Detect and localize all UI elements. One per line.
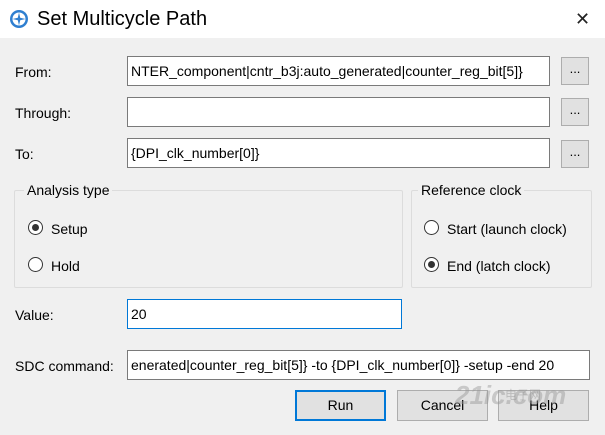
from-field[interactable]: NTER_component|cntr_b3j:auto_generated|c…: [127, 56, 550, 86]
setup-label[interactable]: Setup: [51, 221, 88, 237]
value-field[interactable]: 20: [127, 299, 402, 329]
through-field[interactable]: [127, 97, 550, 127]
title-bar: Set Multicycle Path ✕: [0, 0, 605, 38]
through-browse-button[interactable]: ...: [561, 98, 589, 126]
analysis-type-title: Analysis type: [24, 182, 113, 198]
window-title: Set Multicycle Path: [37, 8, 208, 30]
reference-clock-title: Reference clock: [418, 182, 525, 198]
value-value: 20: [131, 306, 147, 322]
value-label: Value:: [15, 307, 54, 323]
from-browse-button[interactable]: ...: [561, 57, 589, 85]
watermark-caption: 电子网: [505, 388, 542, 402]
sdc-command-field[interactable]: enerated|counter_reg_bit[5]} -to {DPI_cl…: [127, 350, 590, 380]
close-icon: ✕: [574, 8, 591, 29]
through-label: Through:: [15, 105, 72, 121]
run-button[interactable]: Run: [295, 390, 386, 421]
sdc-command-label: SDC command:: [15, 358, 114, 374]
from-value: NTER_component|cntr_b3j:auto_generated|c…: [131, 63, 523, 79]
from-label: From:: [15, 64, 52, 80]
close-button[interactable]: ✕: [560, 0, 605, 38]
to-value: {DPI_clk_number[0]}: [131, 145, 260, 161]
setup-radio[interactable]: [28, 220, 43, 235]
to-field[interactable]: {DPI_clk_number[0]}: [127, 138, 550, 168]
start-launch-clock-radio[interactable]: [424, 220, 439, 235]
hold-label[interactable]: Hold: [51, 258, 80, 274]
hold-radio[interactable]: [28, 257, 43, 272]
start-launch-clock-label[interactable]: Start (launch clock): [447, 221, 567, 237]
to-browse-button[interactable]: ...: [561, 140, 589, 168]
to-label: To:: [15, 146, 34, 162]
end-latch-clock-radio[interactable]: [424, 257, 439, 272]
sdc-command-value: enerated|counter_reg_bit[5]} -to {DPI_cl…: [131, 357, 555, 373]
quartus-app-icon: [10, 10, 28, 28]
end-latch-clock-label[interactable]: End (latch clock): [447, 258, 550, 274]
